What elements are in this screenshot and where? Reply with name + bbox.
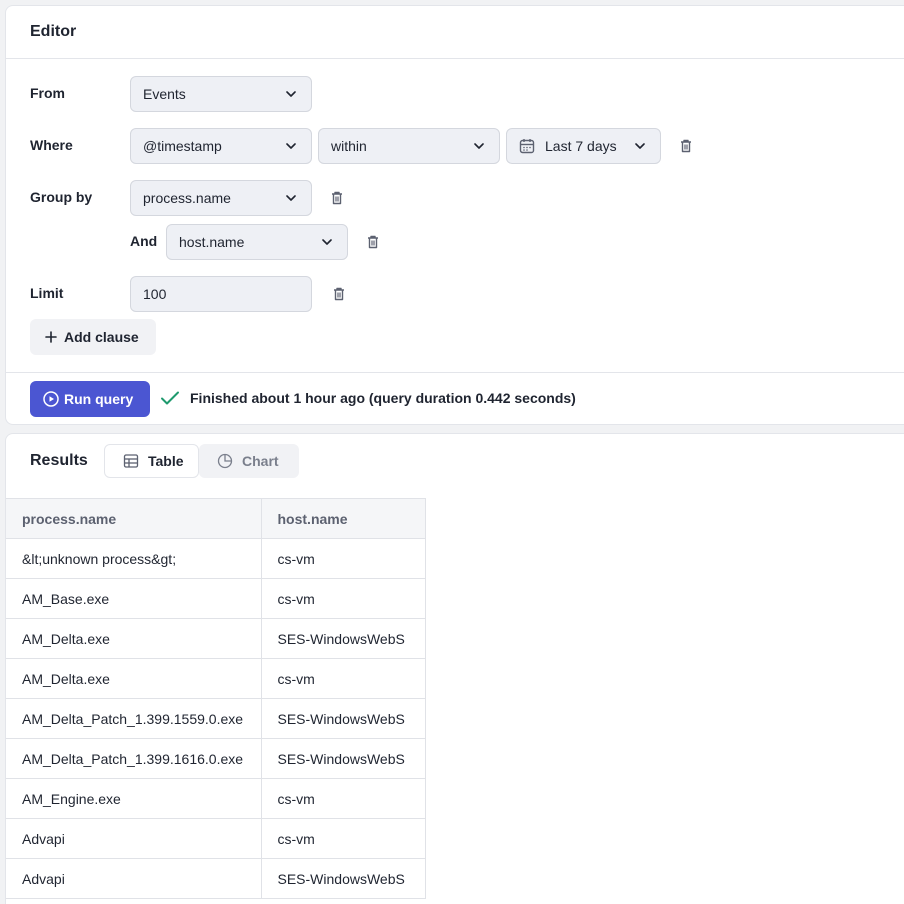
pie-chart-icon	[217, 453, 233, 469]
table-cell: cs-vm	[260, 818, 426, 859]
table-cell: AM_Engine.exe	[6, 778, 262, 819]
table-cell: SES-WindowsWebS	[260, 698, 426, 739]
table-cell: SES-WindowsWebS	[260, 858, 426, 899]
table-row: Advapi SES-WindowsWebS	[6, 858, 426, 899]
group-by-and-value: host.name	[179, 234, 245, 250]
tab-table[interactable]: Table	[104, 444, 199, 478]
table-header-row: process.name host.name	[6, 498, 426, 539]
limit-input[interactable]: 100	[130, 276, 312, 312]
table-cell: Advapi	[6, 858, 262, 899]
from-select-value: Events	[143, 86, 186, 102]
table-cell: &lt;unknown process&gt;	[6, 538, 262, 579]
from-label: From	[30, 85, 65, 101]
column-header[interactable]: host.name	[260, 498, 426, 539]
query-status: Finished about 1 hour ago (query duratio…	[160, 390, 576, 406]
table-cell: AM_Delta.exe	[6, 618, 262, 659]
table-row: AM_Engine.exe cs-vm	[6, 778, 426, 819]
editor-header: Editor	[6, 6, 904, 59]
table-cell: cs-vm	[260, 538, 426, 579]
chevron-down-icon	[285, 88, 297, 100]
editor-title: Editor	[30, 23, 77, 40]
and-label: And	[130, 233, 158, 249]
table-cell: AM_Delta.exe	[6, 658, 262, 699]
tab-table-label: Table	[148, 453, 184, 469]
where-operator-value: within	[331, 138, 367, 154]
editor-footer: Run query Finished about 1 hour ago (que…	[6, 372, 904, 426]
tab-chart-label: Chart	[242, 453, 279, 469]
add-clause-button[interactable]: Add clause	[30, 319, 156, 355]
from-select[interactable]: Events	[130, 76, 312, 112]
table-row: AM_Delta_Patch_1.399.1559.0.exe SES-Windo…	[6, 698, 426, 739]
run-query-label: Run query	[64, 391, 134, 407]
where-range-select[interactable]: Last 7 days	[506, 128, 661, 164]
table-cell: SES-WindowsWebS	[260, 738, 426, 779]
where-range-value: Last 7 days	[545, 138, 617, 154]
where-field-value: @timestamp	[143, 138, 222, 154]
table-cell: cs-vm	[260, 578, 426, 619]
table-cell: AM_Delta_Patch_1.399.1616.0.exe	[6, 738, 262, 779]
plus-icon	[44, 330, 58, 344]
add-clause-label: Add clause	[64, 329, 139, 345]
table-cell: AM_Base.exe	[6, 578, 262, 619]
check-icon	[160, 390, 180, 406]
table-row: AM_Delta.exe cs-vm	[6, 658, 426, 699]
chevron-down-icon	[321, 236, 333, 248]
group-by-and-select[interactable]: host.name	[166, 224, 348, 260]
table-icon	[123, 453, 139, 469]
chevron-down-icon	[285, 140, 297, 152]
run-query-button[interactable]: Run query	[30, 381, 150, 417]
query-status-text: Finished about 1 hour ago (query duratio…	[190, 390, 576, 406]
table-cell: cs-vm	[260, 778, 426, 819]
table-row: AM_Base.exe cs-vm	[6, 578, 426, 619]
calendar-icon	[519, 138, 535, 154]
delete-limit-trash-icon[interactable]	[332, 286, 346, 302]
chevron-down-icon	[285, 192, 297, 204]
table-cell: SES-WindowsWebS	[260, 618, 426, 659]
where-label: Where	[30, 137, 73, 153]
results-panel: Results Table Chart process.name host.na…	[5, 433, 904, 904]
group-by-value: process.name	[143, 190, 231, 206]
editor-panel: Editor From Events Where @timestamp with…	[5, 5, 904, 425]
results-table: process.name host.name &lt;unknown proce…	[6, 498, 426, 899]
column-header[interactable]: process.name	[6, 498, 262, 539]
chevron-down-icon	[634, 140, 646, 152]
table-cell: AM_Delta_Patch_1.399.1559.0.exe	[6, 698, 262, 739]
table-row: AM_Delta_Patch_1.399.1616.0.exe SES-Windo…	[6, 738, 426, 779]
results-title: Results	[30, 452, 88, 469]
table-row: &lt;unknown process&gt; cs-vm	[6, 538, 426, 579]
table-row: AM_Delta.exe SES-WindowsWebS	[6, 618, 426, 659]
play-circle-icon	[43, 391, 59, 407]
table-row: Advapi cs-vm	[6, 818, 426, 859]
table-cell: cs-vm	[260, 658, 426, 699]
delete-where-trash-icon[interactable]	[679, 138, 693, 154]
table-cell: Advapi	[6, 818, 262, 859]
where-operator-select[interactable]: within	[318, 128, 500, 164]
limit-label: Limit	[30, 285, 64, 301]
delete-and-trash-icon[interactable]	[366, 234, 380, 250]
group-by-select[interactable]: process.name	[130, 180, 312, 216]
delete-group-by-trash-icon[interactable]	[330, 190, 344, 206]
group-by-label: Group by	[30, 189, 93, 205]
limit-value: 100	[143, 286, 167, 302]
where-field-select[interactable]: @timestamp	[130, 128, 312, 164]
chevron-down-icon	[473, 140, 485, 152]
tab-chart[interactable]: Chart	[199, 444, 299, 478]
